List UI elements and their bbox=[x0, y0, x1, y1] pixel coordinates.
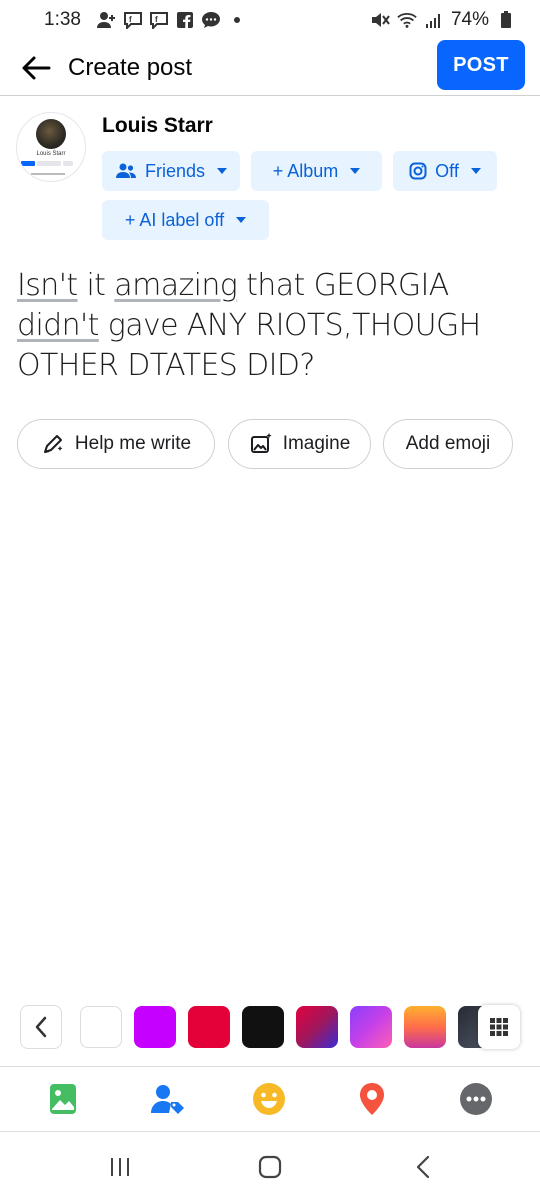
post-text-fragment: that GEORGIA bbox=[237, 268, 449, 303]
dot-icon bbox=[227, 10, 247, 30]
person-add-icon bbox=[96, 10, 117, 30]
messenger-icon: f bbox=[149, 10, 169, 30]
home-button[interactable] bbox=[250, 1153, 290, 1181]
imagine-label: Imagine bbox=[282, 433, 351, 454]
chevron-left-icon bbox=[35, 1016, 47, 1038]
header: Create post POST bbox=[0, 40, 540, 96]
tag-people-icon bbox=[151, 1085, 184, 1114]
back-icon bbox=[416, 1155, 430, 1179]
ai-label-button[interactable]: + AI label off bbox=[102, 200, 269, 240]
facebook-icon bbox=[175, 10, 195, 30]
messenger-icon: f bbox=[123, 10, 143, 30]
instagram-icon bbox=[409, 162, 427, 180]
album-label: + Album bbox=[272, 160, 339, 181]
chevron-down-icon bbox=[217, 168, 228, 174]
color-swatch-gradient-purple-pink[interactable] bbox=[350, 1006, 392, 1048]
add-photo-button[interactable] bbox=[45, 1081, 81, 1117]
misspelled-word: amazing bbox=[114, 268, 238, 303]
ai-label-text: + AI label off bbox=[124, 209, 225, 230]
instagram-toggle-button[interactable]: Off bbox=[393, 151, 497, 191]
svg-text:f: f bbox=[155, 15, 158, 24]
palette-prev-button[interactable] bbox=[20, 1005, 62, 1049]
add-emoji-button[interactable]: Add emoji bbox=[383, 419, 513, 469]
status-right: 74% bbox=[370, 9, 516, 31]
status-time: 1:38 bbox=[44, 9, 81, 30]
help-me-write-button[interactable]: Help me write bbox=[17, 419, 215, 469]
recents-icon bbox=[111, 1158, 129, 1176]
avatar-caption: Louis Starr bbox=[36, 151, 66, 157]
back-button[interactable] bbox=[12, 44, 60, 92]
wifi-icon bbox=[397, 10, 417, 30]
battery-percent: 74% bbox=[450, 9, 489, 30]
battery-icon bbox=[496, 10, 516, 30]
status-bar: 1:38 f f 74% bbox=[0, 0, 540, 40]
recents-button[interactable] bbox=[100, 1153, 140, 1181]
mute-icon bbox=[370, 10, 390, 30]
chevron-down-icon bbox=[350, 168, 361, 174]
grid-icon bbox=[490, 1018, 508, 1036]
feeling-icon bbox=[253, 1083, 285, 1115]
composer-toolbar bbox=[0, 1066, 540, 1132]
pencil-sparkle-icon bbox=[43, 435, 63, 453]
signal-icon bbox=[424, 10, 444, 30]
tag-people-button[interactable] bbox=[150, 1081, 186, 1117]
more-icon bbox=[460, 1083, 492, 1115]
svg-text:f: f bbox=[129, 15, 132, 24]
location-pin-icon bbox=[360, 1083, 384, 1115]
palette-grid-button[interactable] bbox=[478, 1005, 520, 1049]
color-swatch-white[interactable] bbox=[80, 1006, 122, 1048]
help-me-write-label: Help me write bbox=[74, 433, 192, 454]
home-icon bbox=[258, 1155, 282, 1179]
misspelled-word: didn't bbox=[17, 308, 99, 343]
album-button[interactable]: + Album bbox=[251, 151, 382, 191]
check-in-button[interactable] bbox=[354, 1081, 390, 1117]
status-left: 1:38 f f bbox=[44, 9, 247, 31]
imagine-button[interactable]: Imagine bbox=[228, 419, 371, 469]
arrow-left-icon bbox=[22, 56, 51, 79]
chat-icon bbox=[201, 10, 221, 30]
chevron-down-icon bbox=[236, 217, 247, 223]
feeling-activity-button[interactable] bbox=[251, 1081, 287, 1117]
avatar[interactable]: Louis Starr bbox=[16, 112, 86, 182]
color-swatch-gradient-red-purple[interactable] bbox=[296, 1006, 338, 1048]
system-back-button[interactable] bbox=[403, 1153, 443, 1181]
post-button[interactable]: POST bbox=[437, 40, 525, 90]
audience-label: Friends bbox=[144, 160, 206, 181]
user-name: Louis Starr bbox=[102, 114, 213, 137]
chevron-down-icon bbox=[470, 168, 481, 174]
instagram-label: Off bbox=[435, 160, 459, 181]
more-options-button[interactable] bbox=[458, 1081, 494, 1117]
page-title: Create post bbox=[68, 53, 193, 81]
color-swatch-gradient-orange-pink[interactable] bbox=[404, 1006, 446, 1048]
post-text-fragment: it bbox=[77, 268, 115, 303]
misspelled-word: Isn't bbox=[17, 268, 78, 303]
color-swatch-black[interactable] bbox=[242, 1006, 284, 1048]
image-sparkle-icon bbox=[250, 433, 272, 453]
color-swatch-red[interactable] bbox=[188, 1006, 230, 1048]
photo-icon bbox=[50, 1084, 76, 1114]
color-swatch-purple[interactable] bbox=[134, 1006, 176, 1048]
system-nav-bar bbox=[0, 1133, 540, 1200]
post-text-input[interactable]: Isn't it amazing that GEORGIA didn't gav… bbox=[17, 266, 517, 386]
avatar-decoration bbox=[37, 161, 61, 166]
avatar-photo bbox=[36, 119, 66, 149]
avatar-decoration bbox=[31, 173, 65, 175]
avatar-decoration bbox=[21, 161, 35, 166]
notification-icons: f f bbox=[96, 10, 247, 30]
friends-icon bbox=[115, 163, 136, 178]
avatar-decoration bbox=[63, 161, 73, 166]
audience-button[interactable]: Friends bbox=[102, 151, 240, 191]
add-emoji-label: Add emoji bbox=[405, 433, 491, 454]
background-color-palette bbox=[0, 1005, 540, 1051]
